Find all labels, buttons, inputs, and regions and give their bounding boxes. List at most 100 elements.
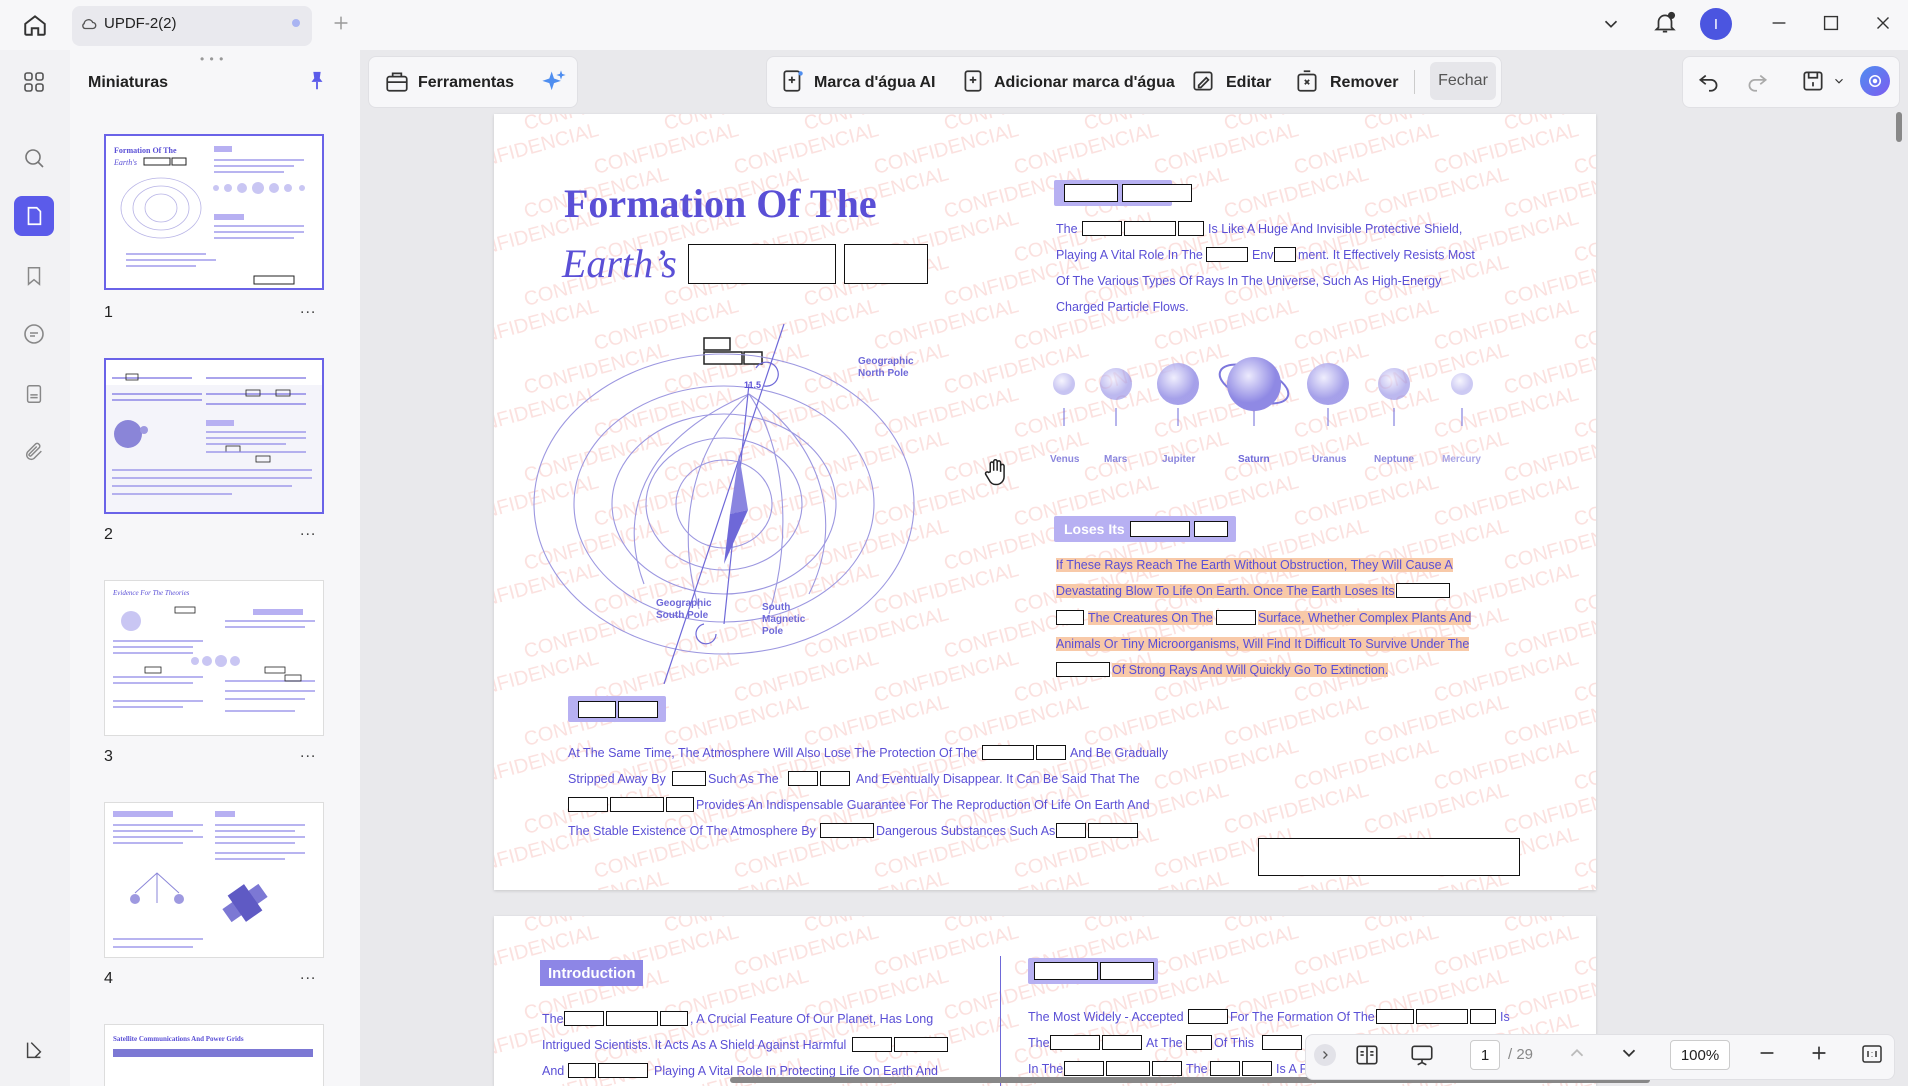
rail-comments[interactable] [14,314,54,354]
ai-watermark-button[interactable]: Marca d'água AI [814,74,935,92]
redaction-box [1056,823,1086,838]
save-options-chevron-icon[interactable] [1832,74,1846,88]
redaction-box [1416,1009,1468,1024]
rail-layers[interactable] [14,1030,54,1070]
add-watermark-icon[interactable] [960,68,986,94]
page-thumbnail-5[interactable]: Satellite Communications And Power Grids [104,1024,324,1086]
collapse-bar-icon[interactable] [1314,1044,1336,1066]
new-tab-icon[interactable] [330,12,352,34]
page-number-input[interactable]: 1 [1470,1040,1500,1070]
remove-button[interactable]: Remover [1330,74,1398,92]
planet-label-neptune: Neptune [1374,454,1414,465]
intro-line-3b: Playing A Vital Role In Protecting Life … [654,1064,938,1078]
introduction-heading-label: Introduction [548,964,636,982]
previous-page-icon[interactable] [1566,1042,1588,1064]
save-icon[interactable] [1800,68,1826,94]
edit-button[interactable]: Editar [1226,74,1271,92]
redaction-box [1124,221,1176,236]
planet-label-venus: Venus [1050,454,1080,465]
tools-icon[interactable] [384,68,410,94]
zoom-in-icon[interactable] [1808,1042,1830,1064]
right-para-line-2c: ment. It Effectively Resists Most [1298,248,1475,262]
redaction-box [820,771,850,786]
redaction-box [1088,823,1138,838]
diagram-angle-label: 11.5 [744,380,762,390]
home-icon[interactable] [22,12,48,38]
close-window-icon[interactable] [1872,12,1894,34]
vertical-scrollbar[interactable] [1896,112,1902,142]
redaction-box [894,1037,948,1052]
redaction-box [852,1037,892,1052]
page-thumbnail-4[interactable] [104,802,324,958]
planet-label-jupiter: Jupiter [1162,454,1196,465]
redaction-box [1188,1009,1228,1024]
thumb-more-1[interactable]: ... [300,300,316,318]
thumb-more-4[interactable]: ... [300,966,316,984]
pin-icon[interactable] [306,70,328,92]
close-watermark-label: Fechar [1438,72,1488,89]
redo-icon[interactable] [1744,68,1770,94]
edit-icon[interactable] [1190,68,1216,94]
rail-thumbnails[interactable] [14,196,54,236]
ai-watermark-icon[interactable] [780,68,806,94]
page-thumbnail-3[interactable]: Evidence For The Theories [104,580,324,736]
page-number-value: 1 [1480,1046,1490,1064]
total-pages: / 29 [1508,1046,1534,1063]
page-thumbnail-1[interactable]: Formation Of The Earth's [104,134,324,290]
actual-size-icon[interactable] [1860,1042,1884,1066]
redaction-box [1056,610,1084,625]
redaction-box [982,745,1034,760]
thumb-more-2[interactable]: ... [300,522,316,540]
tab-list-chevron-icon[interactable] [1600,13,1622,35]
redaction-box [1036,745,1066,760]
south-magnetic-pole-label: South Magnetic Pole [762,602,806,637]
intro-line-1b: , A Crucial Feature Of Our Planet, Has L… [690,1012,934,1026]
loses-para-line-3a: The Creatures On The [1088,611,1213,625]
comment-icon [24,324,44,344]
thumb-5-banner [113,1049,313,1057]
redaction-box [1178,221,1204,236]
notification-bell-icon[interactable] [1652,10,1678,36]
rail-attachment[interactable] [14,432,54,472]
loses-para-line-2: Devastating Blow To Life On Earth. Once … [1056,584,1395,598]
tools-button[interactable]: Ferramentas [418,74,514,92]
thumb-more-3[interactable]: ... [300,744,316,762]
page-navigation-bar [1305,1034,1895,1080]
maximize-icon[interactable] [1820,12,1842,34]
redaction-box [1106,1061,1150,1076]
ai-assistant-icon[interactable] [1860,66,1890,96]
thumb-1-graphic [120,146,305,285]
tab-title: UPDF-2(2) [104,15,177,32]
search-icon [25,149,44,168]
remove-icon[interactable] [1294,68,1320,94]
rail-search[interactable] [14,138,54,178]
redaction-box [564,1011,604,1026]
introduction-heading: Introduction [540,960,644,986]
bottom-para-line-2a: Stripped Away By [568,772,666,786]
rail-attachments-page[interactable] [14,374,54,414]
presentation-icon[interactable] [1408,1042,1436,1068]
ai-sparkle-icon[interactable] [540,68,568,96]
redaction-box [578,701,616,718]
undo-icon[interactable] [1696,68,1722,94]
layers-icon [26,1042,42,1059]
next-page-icon[interactable] [1618,1042,1640,1064]
redaction-box [666,797,694,812]
redaction-box [1210,1061,1240,1076]
loses-para-line-4: Animals Or Tiny Microorganisms, Will Fin… [1056,637,1470,651]
zoom-out-icon[interactable] [1756,1042,1778,1064]
rail-bookmarks[interactable] [14,256,54,296]
add-watermark-button[interactable]: Adicionar marca d'água [994,74,1175,92]
panel-resize-handle[interactable]: • • • [200,52,224,66]
close-watermark-button[interactable]: Fechar [1430,62,1496,100]
reading-mode-icon[interactable] [1354,1042,1380,1068]
zoom-level[interactable]: 100% [1670,1040,1730,1070]
redaction-box [568,1063,596,1078]
rail-apps[interactable] [14,62,54,102]
redaction-box [1050,1035,1100,1050]
loses-para-line-5: Of Strong Rays And Will Quickly Go To Ex… [1112,663,1389,677]
avatar[interactable]: I [1700,8,1732,40]
p2-right-line-3b: The [1186,1062,1208,1076]
page-thumbnail-2[interactable] [104,358,324,514]
minimize-icon[interactable] [1768,12,1790,34]
